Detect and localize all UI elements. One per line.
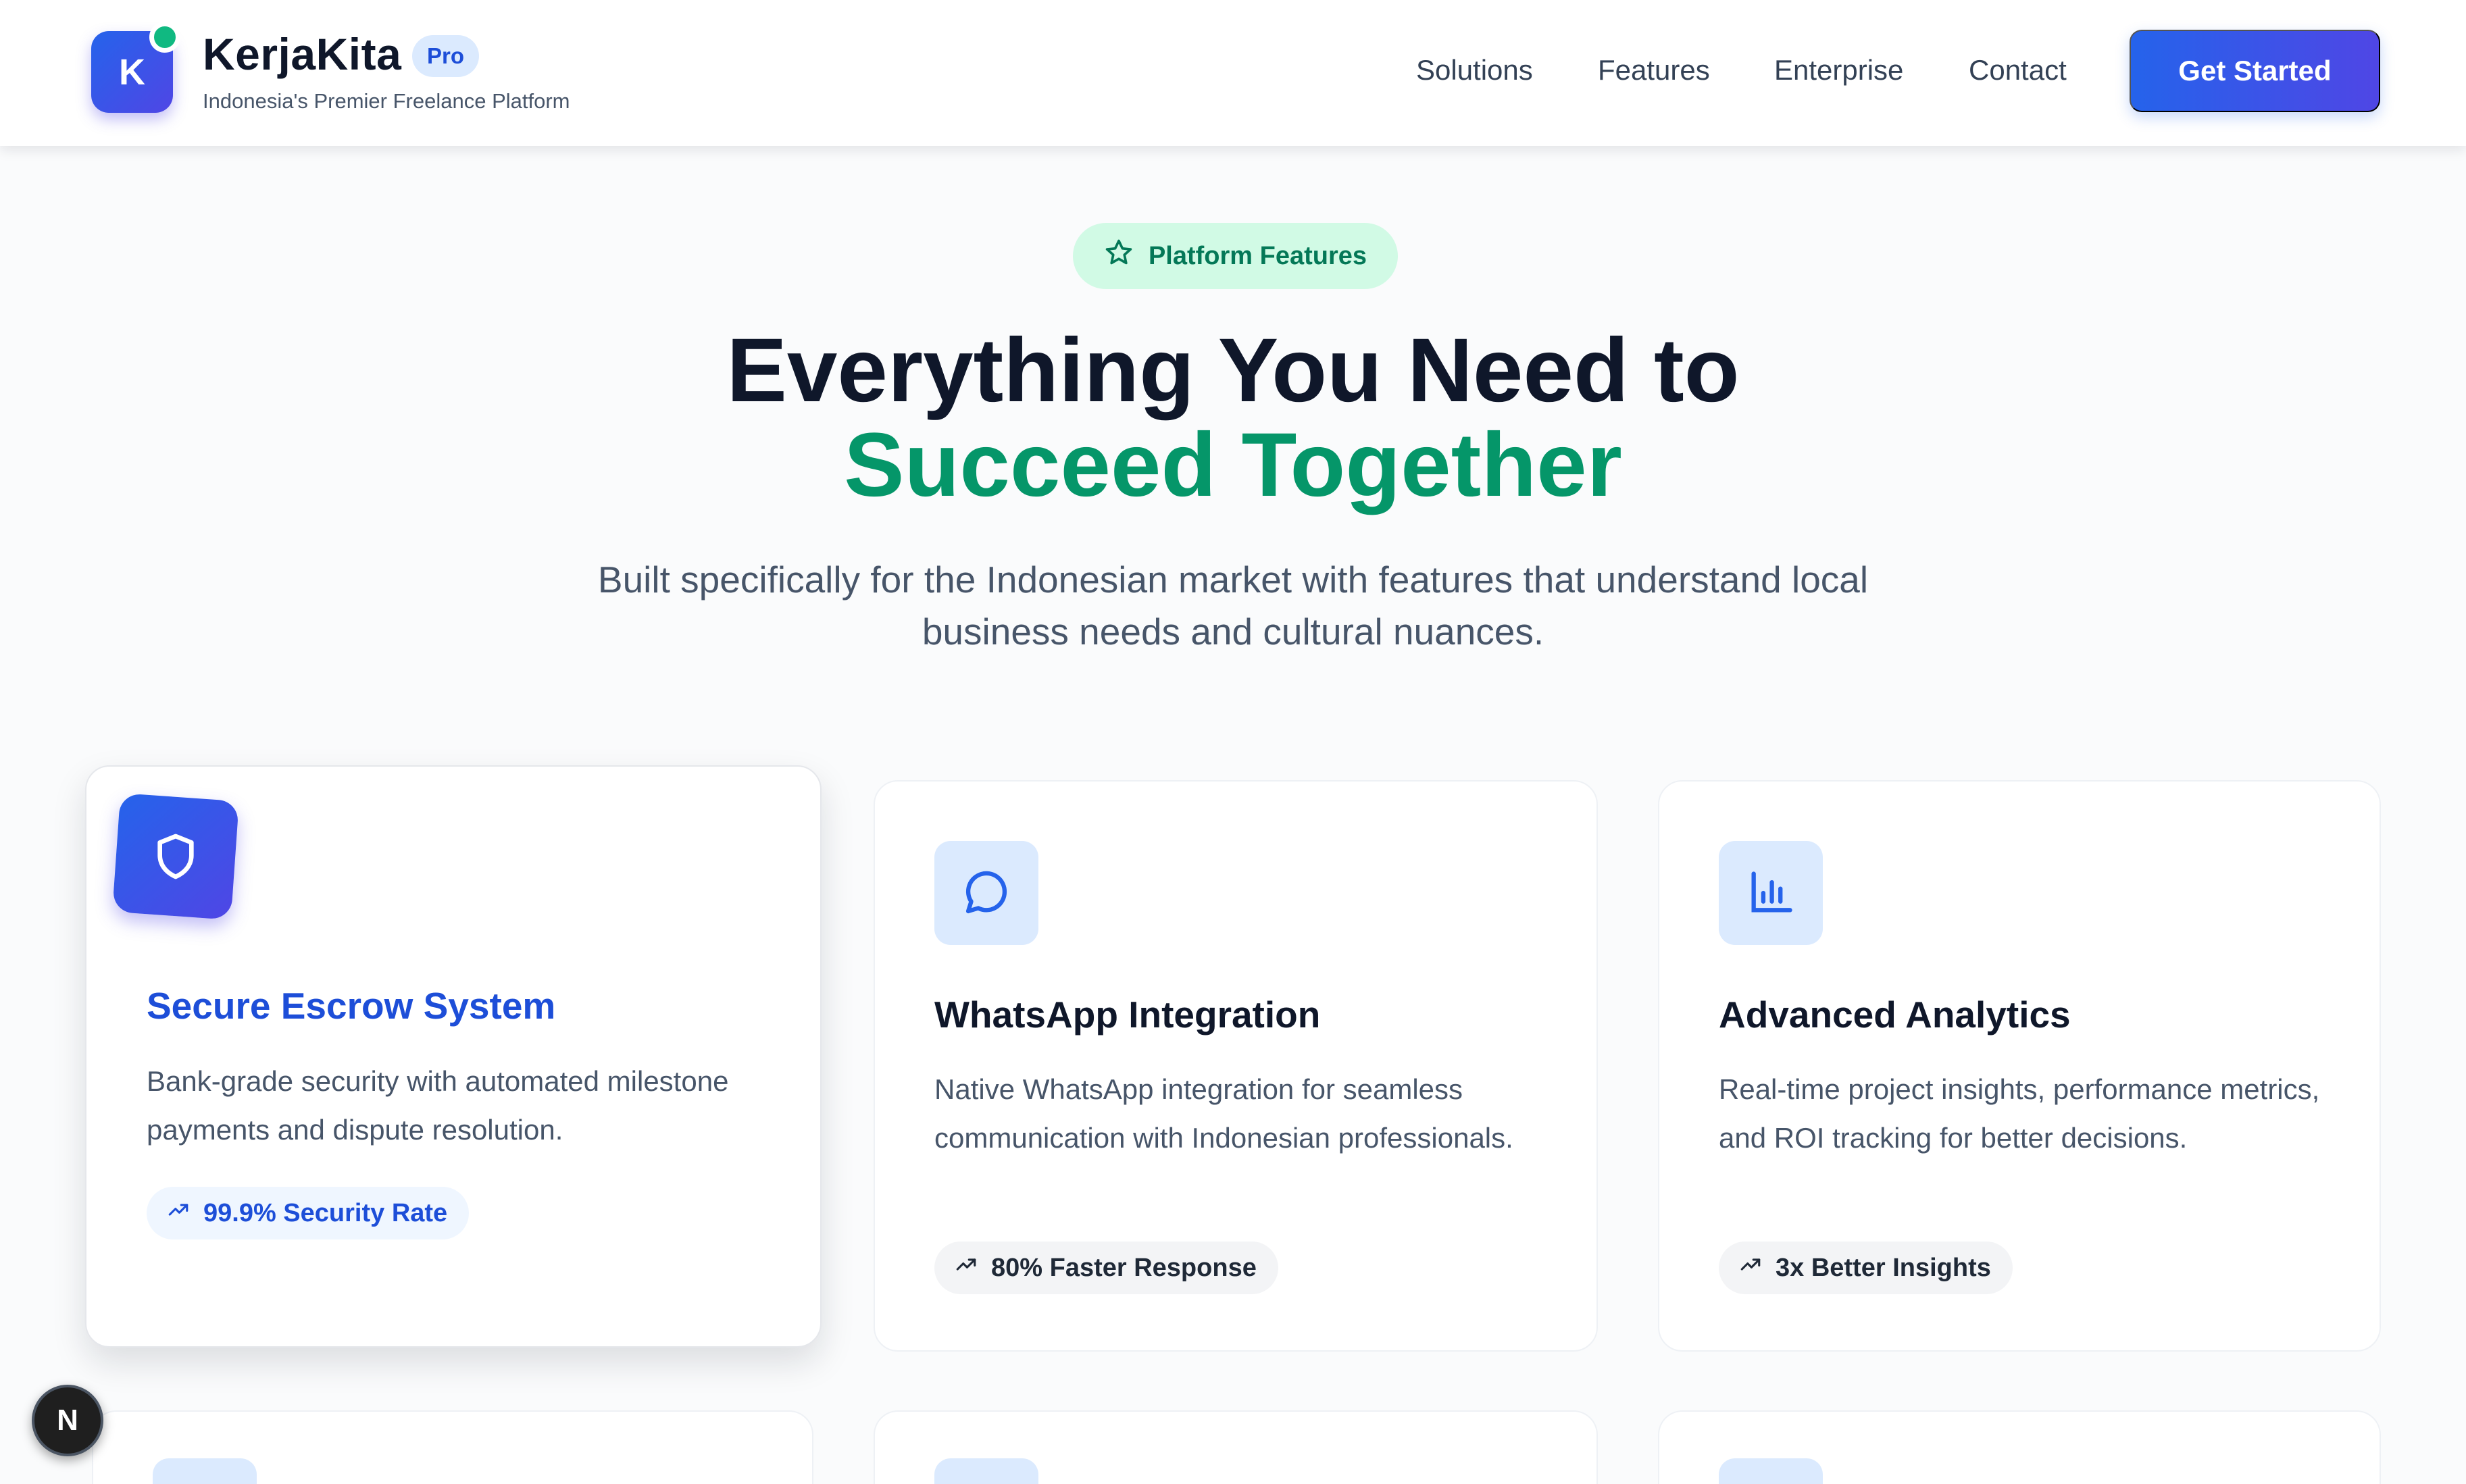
trending-up-icon [1739, 1253, 1762, 1283]
top-navbar: K KerjaKita Pro Indonesia's Premier Free… [0, 0, 2466, 146]
feature-title: WhatsApp Integration [934, 994, 1321, 1035]
feature-card-partial[interactable] [92, 1410, 813, 1484]
brand-tagline: Indonesia's Premier Freelance Platform [203, 89, 570, 113]
feature-title: Secure Escrow System [147, 985, 556, 1027]
feature-description: Real-time project insights, performance … [1719, 1073, 2320, 1154]
feature-icon-tile [153, 1458, 257, 1484]
nav-link-solutions[interactable]: Solutions [1416, 54, 1533, 86]
message-circle-icon [934, 841, 1038, 945]
trending-up-icon [955, 1253, 978, 1283]
feature-icon-tile [1719, 1458, 1823, 1484]
feature-description: Native WhatsApp integration for seamless… [934, 1073, 1513, 1154]
online-status-dot [149, 22, 180, 53]
hero-subtitle: Built specifically for the Indonesian ma… [597, 559, 1869, 653]
nav-link-contact[interactable]: Contact [1969, 54, 2067, 86]
hero-title-accent: Succeed Together [844, 415, 1622, 515]
feature-description: Bank-grade security with automated miles… [147, 1065, 729, 1146]
pro-badge: Pro [412, 35, 480, 77]
platform-features-pill: Platform Features [1073, 223, 1398, 289]
trending-up-icon [167, 1198, 190, 1228]
feature-card-whatsapp[interactable]: WhatsApp Integration Native WhatsApp int… [874, 780, 1598, 1352]
feature-card-partial[interactable] [874, 1410, 1598, 1484]
shield-icon [112, 793, 239, 920]
star-icon [1104, 238, 1134, 274]
feature-card-analytics[interactable]: Advanced Analytics Real-time project ins… [1658, 780, 2381, 1352]
dev-indicator-letter: N [57, 1404, 78, 1437]
feature-icon-tile [934, 1458, 1038, 1484]
get-started-button[interactable]: Get Started [2130, 30, 2380, 112]
nav-link-enterprise[interactable]: Enterprise [1774, 54, 1903, 86]
page: K KerjaKita Pro Indonesia's Premier Free… [0, 0, 2466, 1484]
stat-label: 80% Faster Response [991, 1253, 1257, 1282]
bar-chart-icon [1719, 841, 1823, 945]
feature-stat-badge: 80% Faster Response [934, 1242, 1278, 1294]
logo-letter: K [119, 51, 145, 93]
feature-card-partial[interactable] [1658, 1410, 2381, 1484]
feature-card-escrow[interactable]: Secure Escrow System Bank-grade security… [85, 765, 822, 1348]
nav-link-features[interactable]: Features [1598, 54, 1710, 86]
hero-title: Everything You Need to [726, 320, 1740, 421]
feature-stat-badge: 3x Better Insights [1719, 1242, 2013, 1294]
feature-title: Advanced Analytics [1719, 994, 2071, 1035]
stat-label: 99.9% Security Rate [203, 1198, 448, 1227]
stat-label: 3x Better Insights [1776, 1253, 1991, 1282]
pill-label: Platform Features [1148, 241, 1367, 270]
brand-name[interactable]: KerjaKita [203, 28, 401, 80]
nextjs-dev-indicator[interactable]: N [32, 1385, 103, 1456]
feature-stat-badge: 99.9% Security Rate [147, 1187, 470, 1239]
